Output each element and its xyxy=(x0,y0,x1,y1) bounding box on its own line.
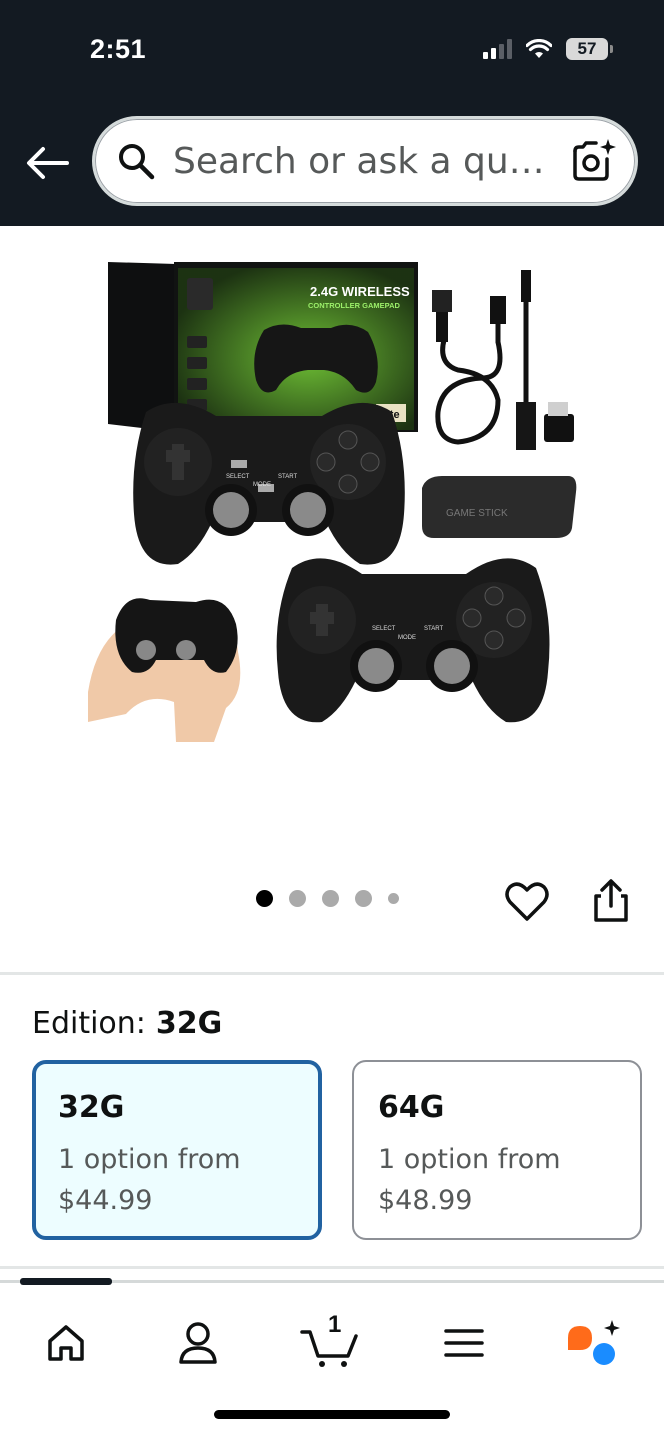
nav-rufus-assistant[interactable] xyxy=(564,1313,624,1373)
stick-label: GAME STICK xyxy=(446,508,508,519)
search-input[interactable] xyxy=(173,140,563,182)
carousel-dot-5[interactable] xyxy=(388,893,399,904)
home-icon xyxy=(48,1325,84,1361)
c2-mode-label: MODE xyxy=(398,635,416,641)
option-price: $44.99 xyxy=(58,1185,153,1216)
rufus-assistant-icon xyxy=(568,1320,620,1365)
box-logo xyxy=(187,278,213,310)
image-carousel-dots[interactable] xyxy=(256,890,399,907)
cart-count-badge: 1 xyxy=(328,1311,342,1338)
home-indicator xyxy=(214,1410,450,1419)
header: 2:51 57 xyxy=(0,0,664,226)
status-time: 2:51 xyxy=(90,34,147,64)
edition-option-64g[interactable]: 64G 1 option from $48.99 xyxy=(352,1060,642,1240)
back-button[interactable] xyxy=(22,140,72,186)
nav-account[interactable] xyxy=(168,1313,228,1373)
menu-icon xyxy=(444,1329,484,1357)
battery-indicator: 57 xyxy=(566,38,613,60)
option-availability: 1 option from xyxy=(378,1144,561,1175)
camera-sparkle-icon xyxy=(573,139,616,181)
option-name: 64G xyxy=(378,1090,445,1125)
camera-search-button[interactable] xyxy=(569,137,617,185)
c1-mode-label: MODE xyxy=(253,482,271,488)
option-name: 32G xyxy=(58,1090,125,1125)
carousel-dot-2[interactable] xyxy=(289,890,306,907)
box-title-line1: 2.4G WIRELESS xyxy=(310,284,410,299)
search-bar[interactable] xyxy=(92,116,638,206)
c1-start-label: START xyxy=(278,474,297,480)
nav-menu[interactable] xyxy=(434,1313,494,1373)
add-to-wishlist-button[interactable] xyxy=(502,876,552,926)
edition-option-32g[interactable]: 32G 1 option from $44.99 xyxy=(32,1060,322,1240)
search-icon xyxy=(117,142,155,180)
share-button[interactable] xyxy=(586,876,636,926)
carousel-dot-3[interactable] xyxy=(322,890,339,907)
edition-selected-value: 32G xyxy=(155,1006,223,1041)
wifi-icon xyxy=(526,39,552,58)
c2-select-label: SELECT xyxy=(372,626,396,632)
c2-start-label: START xyxy=(424,626,443,632)
share-icon xyxy=(594,879,628,922)
active-tab-indicator xyxy=(20,1278,112,1285)
option-availability: 1 option from xyxy=(58,1144,241,1175)
cellular-signal-icon xyxy=(483,39,512,59)
box-title-line2: CONTROLLER GAMEPAD xyxy=(308,301,401,310)
section-divider xyxy=(0,972,664,975)
status-icons: 57 xyxy=(483,38,613,60)
option-price: $48.99 xyxy=(378,1185,473,1216)
carousel-dot-4[interactable] xyxy=(355,890,372,907)
product-image[interactable]: 2.4G WIRELESS CONTROLLER GAMEPAD Lite GA… xyxy=(86,252,586,742)
heart-icon xyxy=(505,882,549,921)
carousel-dot-1[interactable] xyxy=(256,890,273,907)
edition-label: Edition: xyxy=(32,1006,146,1041)
nav-cart[interactable]: 1 xyxy=(300,1311,360,1373)
nav-home[interactable] xyxy=(36,1313,96,1373)
c1-select-label: SELECT xyxy=(226,474,250,480)
account-icon xyxy=(179,1322,217,1364)
section-divider xyxy=(0,1266,664,1269)
edition-heading: Edition: 32G xyxy=(32,1006,222,1041)
back-arrow-icon xyxy=(27,147,69,179)
